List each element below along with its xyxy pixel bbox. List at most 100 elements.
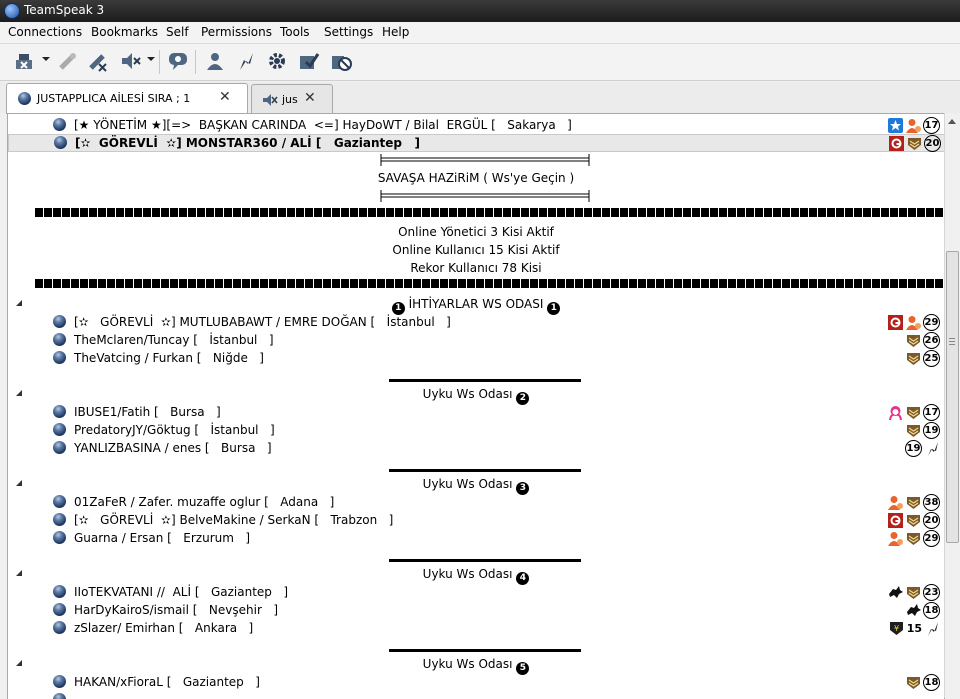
- client-badges: 29: [887, 529, 940, 547]
- client-badges: 19: [905, 421, 940, 439]
- close-icon[interactable]: ✕: [304, 90, 316, 106]
- client-name: [✫ GÖREVLİ ✫] MUTLUBABAWT / EMRE DOĞAN […: [74, 315, 451, 329]
- client-level-badge: 18: [923, 601, 940, 619]
- channel-separator-line: [389, 379, 581, 382]
- client-row[interactable]: IBUSE1/Fatih [ Bursa ] 17: [8, 403, 944, 421]
- info-line[interactable]: Online Yönetici 3 Kisi Aktif: [8, 225, 944, 239]
- teamspeak-logo-icon: [4, 3, 20, 19]
- spacer-frame-bottom: [380, 190, 590, 202]
- client-badges: 29: [887, 313, 940, 331]
- client-badges: 25: [905, 349, 940, 367]
- speakers-dropdown-icon[interactable]: [147, 57, 155, 61]
- tab-justapplica[interactable]: JUSTAPPLICA AİLESİ SIRA ; 1 ✕: [6, 83, 248, 114]
- menu-bookmarks[interactable]: Bookmarks: [91, 25, 158, 39]
- mute-microphone-icon[interactable]: [86, 49, 110, 73]
- spacer-pattern: [35, 208, 943, 217]
- client-name: YANLIZBASINA / enes [ Bursa ]: [74, 441, 272, 455]
- info-line[interactable]: Online Kullanıcı 15 Kisi Aktif: [8, 243, 944, 257]
- pink-hair-icon: [887, 404, 903, 420]
- tab-jus[interactable]: jus ✕: [251, 84, 333, 113]
- menu-tools[interactable]: Tools: [280, 25, 310, 39]
- client-level-badge: 19: [923, 421, 940, 439]
- client-name: PredatoryJY/Göktug [ İstanbul ]: [74, 423, 275, 437]
- info-line[interactable]: Rekor Kullanıcı 78 Kisi: [8, 261, 944, 275]
- channel-name: İHTİYARLAR WS ODASI: [408, 297, 544, 311]
- chat-icon[interactable]: [166, 49, 190, 73]
- wolf-icon: [887, 584, 903, 600]
- client-row[interactable]: 01ZaFeR / Zafer. muzaffe oglur [ Adana ]…: [8, 493, 944, 511]
- client-status-icon: [53, 585, 66, 598]
- scroll-thumb[interactable]: [946, 251, 959, 543]
- client-row[interactable]: IIoTEKVATANI // ALİ [ Gaziantep ] 23: [8, 583, 944, 601]
- brown-rank-icon: [905, 494, 921, 510]
- menu-self[interactable]: Self: [166, 25, 189, 39]
- client-row[interactable]: TheVatcing / Furkan [ Niğde ] 25: [8, 349, 944, 367]
- close-icon[interactable]: ✕: [219, 89, 231, 105]
- channel-tree[interactable]: [★ YÖNETİM ★][=> BAŞKAN CARINDA <=] HayD…: [7, 113, 945, 699]
- window-title: TeamSpeak 3: [24, 3, 105, 17]
- muted-speaker-icon: [263, 94, 278, 106]
- client-level-badge: 17: [923, 403, 940, 421]
- client-status-icon: [53, 118, 66, 131]
- client-row-selected[interactable]: [✫ GÖREVLİ ✫] MONSTAR360 / ALİ [ Gaziant…: [8, 134, 944, 152]
- channel-name: Uyku Ws Odası: [422, 657, 513, 671]
- client-level-badge: 20: [923, 511, 940, 529]
- no-record-icon[interactable]: [329, 49, 353, 73]
- settings-icon[interactable]: [265, 49, 289, 73]
- client-status-icon: [53, 423, 66, 436]
- check-icon[interactable]: [297, 49, 321, 73]
- star-badge-icon: [887, 117, 903, 133]
- client-row[interactable]: Guarna / Ersan [ Erzurum ] 29: [8, 529, 944, 547]
- client-badges: 17: [887, 116, 940, 134]
- connect-dropdown-icon[interactable]: [42, 57, 50, 61]
- client-row[interactable]: zSlazer/ Emirhan [ Ankara ] ¥ 15: [8, 619, 944, 637]
- client-row[interactable]: [✫ GÖREVLİ ✫] BelveMakine / SerkaN [ Tra…: [8, 511, 944, 529]
- client-row[interactable]: HarDyKairoS/ismail [ Nevşehir ] 18: [8, 601, 944, 619]
- svg-text:¥: ¥: [894, 624, 899, 633]
- scroll-up-icon[interactable]: [948, 119, 956, 124]
- client-level-number: 15: [906, 621, 922, 635]
- brown-rank-icon: [905, 422, 921, 438]
- brown-rank-icon: [905, 332, 921, 348]
- client-level-badge: 23: [923, 583, 940, 601]
- away-icon[interactable]: [234, 49, 258, 73]
- mute-speakers-icon[interactable]: [118, 49, 142, 73]
- client-name: IBUSE1/Fatih [ Bursa ]: [74, 405, 221, 419]
- client-badges: 20: [887, 511, 940, 529]
- disconnect-icon[interactable]: [56, 49, 80, 73]
- client-row[interactable]: HAKAN/xFioraL [ Gaziantep ] 18: [8, 673, 944, 691]
- client-status-icon: [53, 495, 66, 508]
- contacts-icon[interactable]: [203, 49, 227, 73]
- brown-rank-icon: [905, 530, 921, 546]
- client-level-badge: 25: [923, 349, 940, 367]
- client-badges: ¥ 15: [889, 620, 940, 636]
- client-badges: 38: [887, 493, 940, 511]
- channel-separator-line: [389, 469, 581, 472]
- client-status-icon: [53, 675, 66, 688]
- channel-separator-line: [389, 649, 581, 652]
- menu-connections[interactable]: Connections: [8, 25, 82, 39]
- client-row[interactable]: TheMclaren/Tuncay [ İstanbul ] 26: [8, 331, 944, 349]
- client-name: HAKAN/xFioraL [ Gaziantep ]: [74, 675, 260, 689]
- toolbar-separator: [195, 50, 196, 74]
- vertical-scrollbar[interactable]: [944, 113, 959, 698]
- client-status-icon: [53, 333, 66, 346]
- client-row[interactable]: YANLIZBASINA / enes [ Bursa ] 19: [8, 439, 944, 457]
- client-row[interactable]: PredatoryJY/Göktug [ İstanbul ] 19: [8, 421, 944, 439]
- channel-name: Uyku Ws Odası: [422, 477, 513, 491]
- red-g-badge-icon: [888, 135, 904, 151]
- channel-savas[interactable]: SAVAŞA HAZiRiM ( Ws'ye Geçin ): [8, 171, 944, 185]
- menu-permissions[interactable]: Permissions: [201, 25, 272, 39]
- menu-help[interactable]: Help: [382, 25, 409, 39]
- client-name: zSlazer/ Emirhan [ Ankara ]: [74, 621, 254, 635]
- brown-rank-icon: [905, 512, 921, 528]
- spacer-frame-top: [380, 154, 590, 166]
- orange-person-icon: [905, 117, 921, 133]
- client-level-badge: 20: [924, 134, 941, 152]
- menu-settings[interactable]: Settings: [324, 25, 373, 39]
- client-row[interactable]: [★ YÖNETİM ★][=> BAŞKAN CARINDA <=] HayD…: [8, 116, 944, 134]
- client-row[interactable]: [✫ GÖREVLİ ✫] MUTLUBABAWT / EMRE DOĞAN […: [8, 313, 944, 331]
- channel-separator-line: [389, 559, 581, 562]
- client-badges: 17: [887, 403, 940, 421]
- connect-icon[interactable]: [12, 49, 36, 73]
